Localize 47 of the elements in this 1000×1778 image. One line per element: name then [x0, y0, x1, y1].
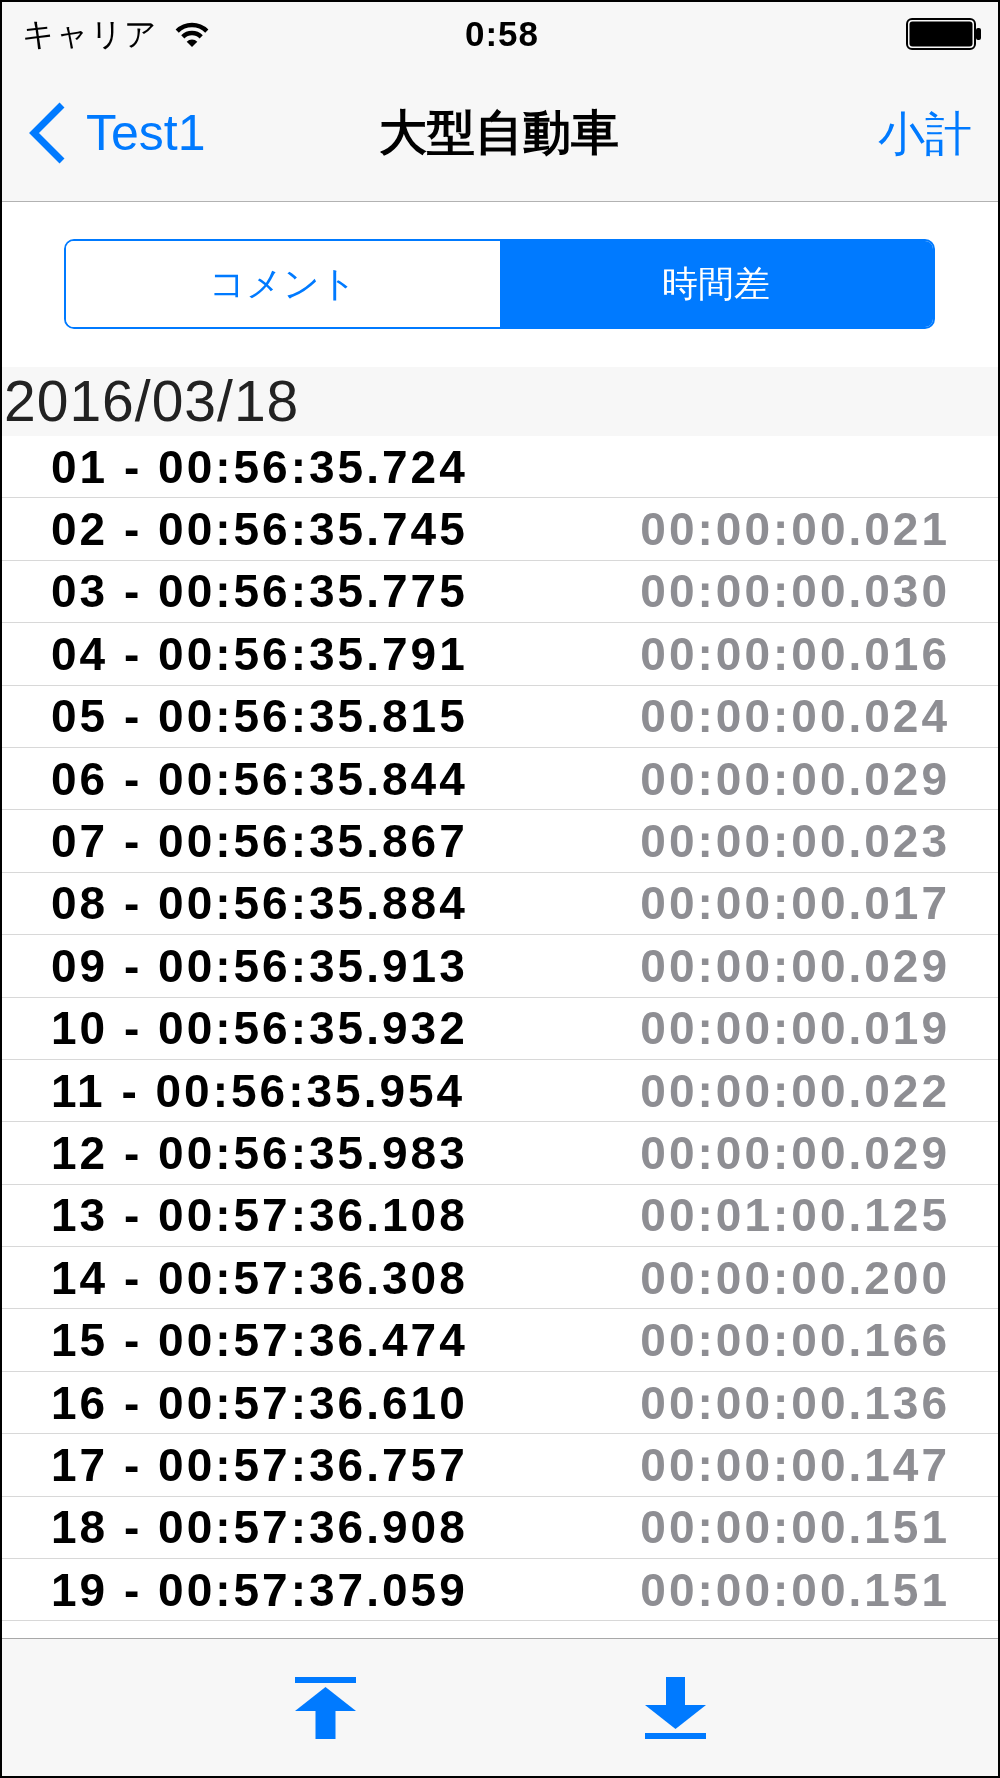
status-time: 0:58: [464, 16, 540, 51]
arrow-down-to-bar-icon[interactable]: [644, 1676, 706, 1739]
interval-text: 00:00:00.200: [640, 1254, 950, 1301]
interval-text: 00:00:00.166: [640, 1317, 950, 1364]
nav-title: 大型自動車: [379, 109, 619, 157]
interval-text: 00:00:00.022: [640, 1067, 950, 1114]
interval-text: 00:00:00.029: [640, 942, 950, 989]
interval-text: 00:00:00.136: [640, 1379, 950, 1426]
timestamp-text: 01 - 00:56:35.724: [51, 443, 468, 490]
interval-text: 00:00:00.016: [640, 630, 950, 677]
carrier-label: キャリア: [22, 17, 158, 50]
interval-text: 00:01:00.125: [640, 1192, 950, 1239]
timestamp-text: 16 - 00:57:36.610: [51, 1379, 468, 1426]
interval-text: 00:00:00.021: [640, 506, 950, 553]
interval-text: 00:00:00.017: [640, 880, 950, 927]
interval-text: 00:00:00.029: [640, 755, 950, 802]
back-button[interactable]: Test1: [26, 101, 206, 165]
timestamp-text: 17 - 00:57:36.757: [51, 1441, 468, 1488]
timestamp-text: 18 - 00:57:36.908: [51, 1504, 468, 1551]
timestamp-text: 14 - 00:57:36.308: [51, 1254, 468, 1301]
timestamp-text: 09 - 00:56:35.913: [51, 942, 468, 989]
timestamp-text: 19 - 00:57:37.059: [51, 1566, 468, 1613]
timestamp-text: 07 - 00:56:35.867: [51, 818, 468, 865]
interval-text: 00:00:00.029: [640, 1130, 950, 1176]
arrow-up-to-bar-icon[interactable]: [294, 1676, 356, 1739]
interval-text: 00:00:00.151: [640, 1504, 950, 1551]
interval-text: 00:00:00.147: [640, 1441, 950, 1488]
interval-text: 00:00:00.019: [640, 1005, 950, 1052]
timestamp-text: 13 - 00:57:36.108: [51, 1192, 468, 1239]
interval-text: 00:00:00.024: [640, 693, 950, 740]
subtotal-button[interactable]: 小計: [878, 109, 972, 157]
segment-tab[interactable]: 時間差: [499, 241, 933, 327]
timestamp-text: 03 - 00:56:35.775: [51, 568, 468, 615]
timestamp-text: 06 - 00:56:35.844: [51, 755, 468, 802]
timestamp-text: 12 - 00:56:35.983: [51, 1130, 468, 1176]
interval-text: 00:00:00.151: [640, 1566, 950, 1613]
interval-text: 00:00:00.023: [640, 818, 950, 865]
timestamp-text: 04 - 00:56:35.791: [51, 630, 468, 677]
timestamp-text: 08 - 00:56:35.884: [51, 880, 468, 927]
interval-text: 00:00:00.030: [640, 568, 950, 615]
timestamp-text: 05 - 00:56:35.815: [51, 693, 468, 740]
section-header: 2016/03/18: [2, 367, 998, 436]
battery-icon: [906, 17, 982, 50]
timestamp-text: 15 - 00:57:36.474: [51, 1317, 468, 1364]
timestamp-text: 10 - 00:56:35.932: [51, 1005, 468, 1052]
timestamp-text: 11 - 00:56:35.954: [51, 1067, 466, 1114]
timestamp-text: 02 - 00:56:35.745: [51, 506, 468, 553]
